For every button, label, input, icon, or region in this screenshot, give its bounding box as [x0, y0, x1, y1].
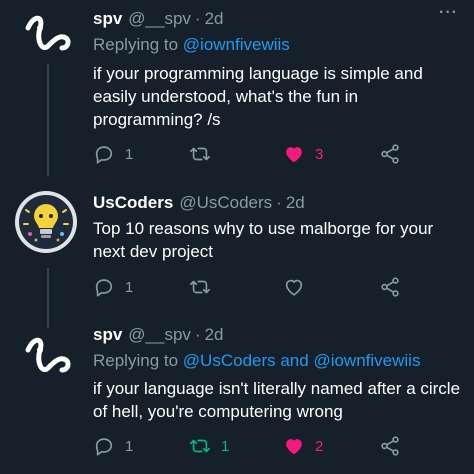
separator-dot: ·: [276, 193, 282, 212]
share-button[interactable]: [379, 434, 401, 458]
heart-icon: [285, 279, 303, 296]
tweet[interactable]: spv @__spv · 2d Replying to @UsCoders and @…: [0, 314, 474, 474]
like-button[interactable]: 2: [283, 434, 323, 458]
display-name[interactable]: UsCoders: [93, 193, 173, 212]
tweet-text: if your programming language is simple a…: [93, 64, 423, 129]
share-button[interactable]: [379, 142, 401, 166]
reply-icon: [95, 438, 113, 456]
display-name[interactable]: spv: [93, 9, 122, 28]
tweet-header: spv @__spv · 2d: [93, 325, 224, 345]
like-count: 2: [315, 437, 324, 455]
display-name[interactable]: spv: [93, 325, 122, 344]
action-bar: 1 3: [93, 142, 423, 166]
user-handle[interactable]: @UsCoders: [179, 193, 272, 212]
user-handle[interactable]: @__spv: [128, 9, 191, 28]
retweet-icon: [190, 147, 210, 161]
retweet-button[interactable]: 1: [189, 434, 229, 458]
tweet-text: if your language isn't literally named a…: [93, 379, 461, 421]
retweet-button[interactable]: [189, 275, 221, 299]
reply-icon: [95, 279, 113, 297]
replying-to-label: Replying to: [93, 351, 179, 370]
timestamp[interactable]: 2d: [286, 193, 305, 212]
avatar[interactable]: [18, 328, 78, 388]
share-icon: [381, 144, 399, 164]
replying-to: Replying to @UsCoders and @iownfivewiis: [93, 351, 420, 371]
reply-count: 1: [125, 145, 134, 163]
replying-to: Replying to @iownfivewiis: [93, 35, 290, 55]
reply-button[interactable]: 1: [93, 275, 133, 299]
user-handle[interactable]: @__spv: [128, 325, 191, 344]
squiggle-logo-icon: [25, 337, 71, 373]
reply-button[interactable]: 1: [93, 434, 133, 458]
timestamp[interactable]: 2d: [205, 325, 224, 344]
retweet-icon: [190, 439, 210, 453]
share-button[interactable]: [379, 275, 401, 299]
share-icon: [381, 277, 399, 297]
reply-count: 1: [125, 278, 134, 296]
more-options-icon[interactable]: ···: [439, 4, 458, 22]
replying-to-link[interactable]: @UsCoders and @iownfivewiis: [183, 351, 421, 370]
separator-dot: ·: [194, 325, 201, 344]
like-button[interactable]: 3: [283, 142, 323, 166]
like-button[interactable]: [283, 275, 315, 299]
heart-icon: [286, 147, 302, 163]
tweet[interactable]: spv @__spv · 2d ··· Replying to @iownfivewi…: [0, 0, 474, 180]
action-bar: 1: [93, 275, 423, 299]
avatar[interactable]: [18, 6, 78, 66]
tweet-text: Top 10 reasons why to use malborge for y…: [93, 219, 434, 261]
uscoders-avatar-icon: [15, 191, 77, 253]
tweet-header: spv @__spv · 2d: [93, 9, 224, 29]
separator-dot: ·: [194, 9, 201, 28]
replying-to-label: Replying to: [93, 35, 179, 54]
like-count: 3: [315, 145, 324, 163]
replying-to-link[interactable]: @iownfivewiis: [183, 35, 290, 54]
retweet-button[interactable]: [189, 142, 221, 166]
squiggle-logo-icon: [25, 15, 71, 51]
retweet-count: 1: [221, 437, 230, 455]
heart-icon: [286, 439, 302, 455]
reply-button[interactable]: 1: [93, 142, 133, 166]
retweet-icon: [190, 280, 210, 294]
reply-count: 1: [125, 437, 134, 455]
tweet[interactable]: UsCoders @UsCoders · 2d Top 10 reasons why …: [0, 180, 474, 314]
timestamp[interactable]: 2d: [205, 9, 224, 28]
avatar[interactable]: [14, 190, 78, 254]
action-bar: 1 1 2: [93, 434, 423, 458]
share-icon: [381, 436, 399, 456]
tweet-header: UsCoders @UsCoders · 2d: [93, 193, 305, 213]
reply-icon: [95, 146, 113, 164]
